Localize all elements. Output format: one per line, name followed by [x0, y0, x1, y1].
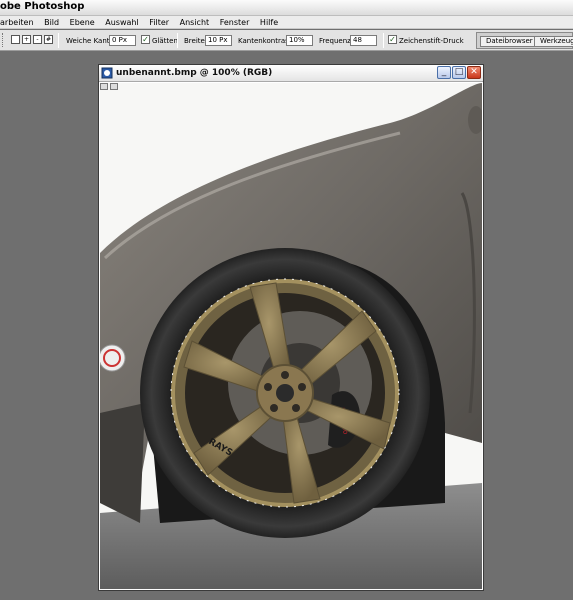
- antialias-checkbox-icon[interactable]: ✓: [141, 35, 150, 44]
- app-title: obe Photoshop: [0, 1, 85, 12]
- menu-bar: arbeiten Bild Ebene Auswahl Filter Ansic…: [0, 16, 573, 29]
- frequency-label: Frequenz:: [319, 37, 354, 45]
- antialias-label: Glätten: [152, 37, 178, 45]
- ruler-origin-secondary: [110, 83, 118, 90]
- ruler-origin: [100, 83, 108, 90]
- subtract-selection-icon[interactable]: -: [33, 35, 42, 44]
- stylus-checkbox-icon[interactable]: ✓: [388, 35, 397, 44]
- new-selection-icon[interactable]: [11, 35, 20, 44]
- menu-item-bild[interactable]: Bild: [40, 16, 63, 28]
- tab-file-browser[interactable]: Dateibrowser: [480, 36, 539, 47]
- width-input[interactable]: 10 Px: [205, 35, 232, 46]
- edge-contrast-input[interactable]: 10%: [286, 35, 313, 46]
- width-label: Breite:: [184, 37, 208, 45]
- document-title: unbenannt.bmp @ 100% (RGB): [116, 68, 273, 78]
- frequency-input[interactable]: 48: [350, 35, 377, 46]
- intersect-selection-icon[interactable]: #: [44, 35, 53, 44]
- document-titlebar[interactable]: unbenannt.bmp @ 100% (RGB) _ □ ✕: [99, 65, 483, 82]
- car-wheel-image: brembo RAYS: [100, 83, 482, 589]
- palette-well: Dateibrowser Werkzeug: [476, 32, 573, 49]
- menu-item-fenster[interactable]: Fenster: [216, 16, 254, 28]
- menu-item-bearbeiten[interactable]: arbeiten: [0, 16, 38, 28]
- image-canvas[interactable]: brembo RAYS: [100, 83, 482, 589]
- stylus-label: Zeichenstift-Druck: [399, 37, 464, 45]
- separator: [58, 33, 59, 48]
- maximize-icon[interactable]: □: [452, 66, 466, 79]
- menu-item-ebene[interactable]: Ebene: [66, 16, 99, 28]
- menu-item-hilfe[interactable]: Hilfe: [256, 16, 282, 28]
- menu-item-filter[interactable]: Filter: [145, 16, 173, 28]
- tab-tool-presets[interactable]: Werkzeug: [534, 36, 573, 47]
- document-window: unbenannt.bmp @ 100% (RGB) _ □ ✕ RAYS: [98, 64, 484, 591]
- menu-item-ansicht[interactable]: Ansicht: [176, 16, 214, 28]
- menu-item-auswahl[interactable]: Auswahl: [101, 16, 142, 28]
- document-icon: [101, 67, 113, 79]
- app-titlebar: obe Photoshop: [0, 0, 573, 16]
- options-bar-grip[interactable]: [2, 33, 5, 47]
- add-selection-icon[interactable]: +: [22, 35, 31, 44]
- separator: [383, 33, 384, 48]
- feather-input[interactable]: 0 Px: [109, 35, 136, 46]
- separator: [177, 33, 178, 48]
- minimize-icon[interactable]: _: [437, 66, 451, 79]
- close-icon[interactable]: ✕: [467, 66, 481, 79]
